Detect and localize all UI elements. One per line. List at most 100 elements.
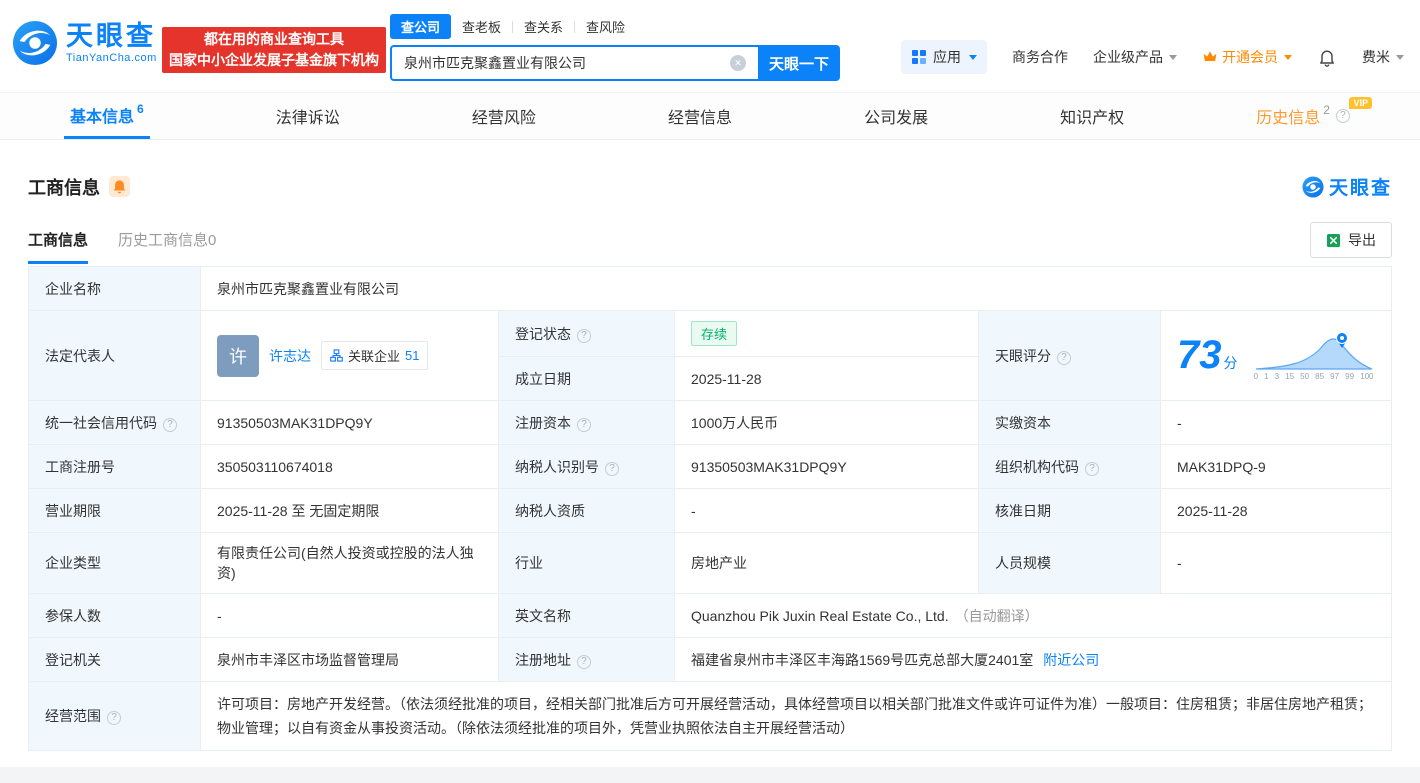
- search-tab-company[interactable]: 查公司: [390, 14, 451, 39]
- nav-open-vip[interactable]: 开通会员: [1202, 47, 1292, 67]
- field-label: 天眼评分: [995, 348, 1051, 364]
- search-row: 天眼一下: [390, 45, 840, 81]
- tab-legal-proceedings[interactable]: 法律诉讼: [270, 93, 346, 139]
- tianyan-score[interactable]: 73分 0131550859799100: [1177, 331, 1375, 381]
- apps-menu[interactable]: 应用: [901, 40, 987, 74]
- logo-text: 天眼查 TianYanCha.com: [66, 22, 157, 64]
- field-value: 2025-11-28: [691, 371, 762, 387]
- value-english-name: Quanzhou Pik Juxin Real Estate Co., Ltd.…: [675, 594, 1392, 638]
- cooperation-label: 商务合作: [1012, 47, 1068, 67]
- promo-banner[interactable]: 都在用的商业查询工具 国家中小企业发展子基金旗下机构: [162, 27, 386, 73]
- value-address: 福建省泉州市丰泽区丰海路1569号匹克总部大厦2401室附近公司: [675, 638, 1392, 682]
- label-company-type: 企业类型: [29, 533, 201, 594]
- tab-operation-risk[interactable]: 经营风险: [466, 93, 542, 139]
- value-reg-status: 存续: [675, 311, 979, 357]
- tab-basic-info[interactable]: 基本信息 6: [64, 93, 150, 139]
- field-value: -: [1177, 415, 1182, 431]
- notification-bell-icon[interactable]: [1317, 47, 1337, 67]
- field-value: -: [217, 608, 222, 624]
- monitor-bell-icon[interactable]: [109, 176, 130, 197]
- help-icon[interactable]: [577, 655, 591, 669]
- nearby-companies-link[interactable]: 附近公司: [1043, 652, 1099, 668]
- related-companies-chip[interactable]: 关联企业 51: [321, 341, 428, 370]
- clear-icon[interactable]: [730, 55, 746, 71]
- field-label: 法定代表人: [45, 348, 115, 364]
- subtab-history-business-info[interactable]: 历史工商信息0: [118, 229, 216, 264]
- label-tianyan-score: 天眼评分: [979, 311, 1161, 401]
- field-label: 营业期限: [45, 503, 101, 519]
- tab-history-info[interactable]: 历史信息 2 VIP: [1250, 93, 1356, 139]
- logo-brand: 天眼查: [66, 22, 157, 52]
- value-credit-code: 91350503MAK31DPQ9Y: [201, 401, 499, 445]
- nav-enterprise-products[interactable]: 企业级产品: [1093, 47, 1177, 67]
- field-label: 成立日期: [515, 371, 571, 387]
- search-tab-boss[interactable]: 查老板: [451, 14, 512, 39]
- header-right-nav: 应用 商务合作 企业级产品 开通会员 费米: [901, 40, 1404, 74]
- field-label: 企业名称: [45, 281, 101, 297]
- help-icon[interactable]: [107, 711, 121, 725]
- value-staff-size: -: [1161, 533, 1392, 594]
- tab-label: 经营信息: [668, 104, 732, 128]
- tab-operation-info[interactable]: 经营信息: [662, 93, 738, 139]
- chevron-down-icon: [1169, 55, 1177, 60]
- value-establish-date: 2025-11-28: [675, 357, 979, 401]
- tab-count: 6: [137, 102, 144, 116]
- field-label: 纳税人识别号: [515, 459, 599, 475]
- field-value: Quanzhou Pik Juxin Real Estate Co., Ltd.: [691, 608, 949, 624]
- field-value: 1000万人民币: [691, 415, 778, 431]
- section-brand-text: 天眼查: [1329, 173, 1392, 200]
- promo-line-2: 国家中小企业发展子基金旗下机构: [169, 50, 379, 71]
- field-label: 统一社会信用代码: [45, 415, 157, 431]
- value-taxpayer-qualification: -: [675, 489, 979, 533]
- tab-intellectual-property[interactable]: 知识产权: [1054, 93, 1130, 139]
- field-value: 房地产业: [691, 555, 747, 571]
- help-icon[interactable]: [1336, 109, 1350, 123]
- export-button[interactable]: 导出: [1310, 222, 1392, 258]
- grid-icon: [911, 49, 927, 65]
- field-value: MAK31DPQ-9: [1177, 459, 1266, 475]
- search-button[interactable]: 天眼一下: [758, 45, 840, 81]
- label-establish-date: 成立日期: [499, 357, 675, 401]
- label-company-name: 企业名称: [29, 267, 201, 311]
- help-icon[interactable]: [163, 418, 177, 432]
- search-input[interactable]: [392, 55, 730, 71]
- field-label: 登记机关: [45, 652, 101, 668]
- legal-rep-link[interactable]: 许志达: [269, 346, 311, 366]
- tab-count: 2: [1323, 103, 1330, 117]
- field-value: 许可项目：房地产开发经营。（依法须经批准的项目，经相关部门批准后方可开展经营活动…: [217, 696, 1372, 736]
- help-icon[interactable]: [1057, 351, 1071, 365]
- search-tab-relation[interactable]: 查关系: [513, 14, 574, 39]
- help-icon[interactable]: [1085, 462, 1099, 476]
- site-header: 天眼查 TianYanCha.com 都在用的商业查询工具 国家中小企业发展子基…: [0, 0, 1420, 92]
- field-value: 91350503MAK31DPQ9Y: [691, 459, 847, 475]
- username: 费米: [1362, 47, 1390, 67]
- section-title: 工商信息: [28, 174, 130, 200]
- user-menu[interactable]: 费米: [1362, 47, 1404, 67]
- help-icon[interactable]: [577, 329, 591, 343]
- nav-cooperation[interactable]: 商务合作: [1012, 47, 1068, 67]
- related-label: 关联企业: [348, 346, 400, 365]
- tab-label: 法律诉讼: [276, 104, 340, 128]
- label-taxpayer-id: 纳税人识别号: [499, 445, 675, 489]
- field-label: 实缴资本: [995, 415, 1051, 431]
- field-value: 泉州市匹克聚鑫置业有限公司: [217, 281, 399, 297]
- help-icon[interactable]: [577, 418, 591, 432]
- help-icon[interactable]: [605, 462, 619, 476]
- value-registry: 泉州市丰泽区市场监督管理局: [201, 638, 499, 682]
- tianyancha-logo-icon: [12, 20, 58, 66]
- value-approval-date: 2025-11-28: [1161, 489, 1392, 533]
- value-insured-count: -: [201, 594, 499, 638]
- search-tab-risk[interactable]: 查风险: [575, 14, 636, 39]
- field-label: 注册地址: [515, 652, 571, 668]
- value-company-name: 泉州市匹克聚鑫置业有限公司: [201, 267, 1392, 311]
- legal-rep-avatar[interactable]: 许: [217, 335, 259, 377]
- tab-company-development[interactable]: 公司发展: [858, 93, 934, 139]
- logo-domain: TianYanCha.com: [66, 52, 157, 64]
- related-count: 51: [405, 348, 419, 363]
- field-value: 350503110674018: [217, 459, 333, 475]
- subtab-business-info[interactable]: 工商信息: [28, 229, 88, 264]
- label-industry: 行业: [499, 533, 675, 594]
- chevron-down-icon: [969, 55, 977, 60]
- value-legal-rep: 许 许志达 关联企业 51: [201, 311, 499, 401]
- tianyancha-logo[interactable]: 天眼查 TianYanCha.com: [12, 20, 157, 66]
